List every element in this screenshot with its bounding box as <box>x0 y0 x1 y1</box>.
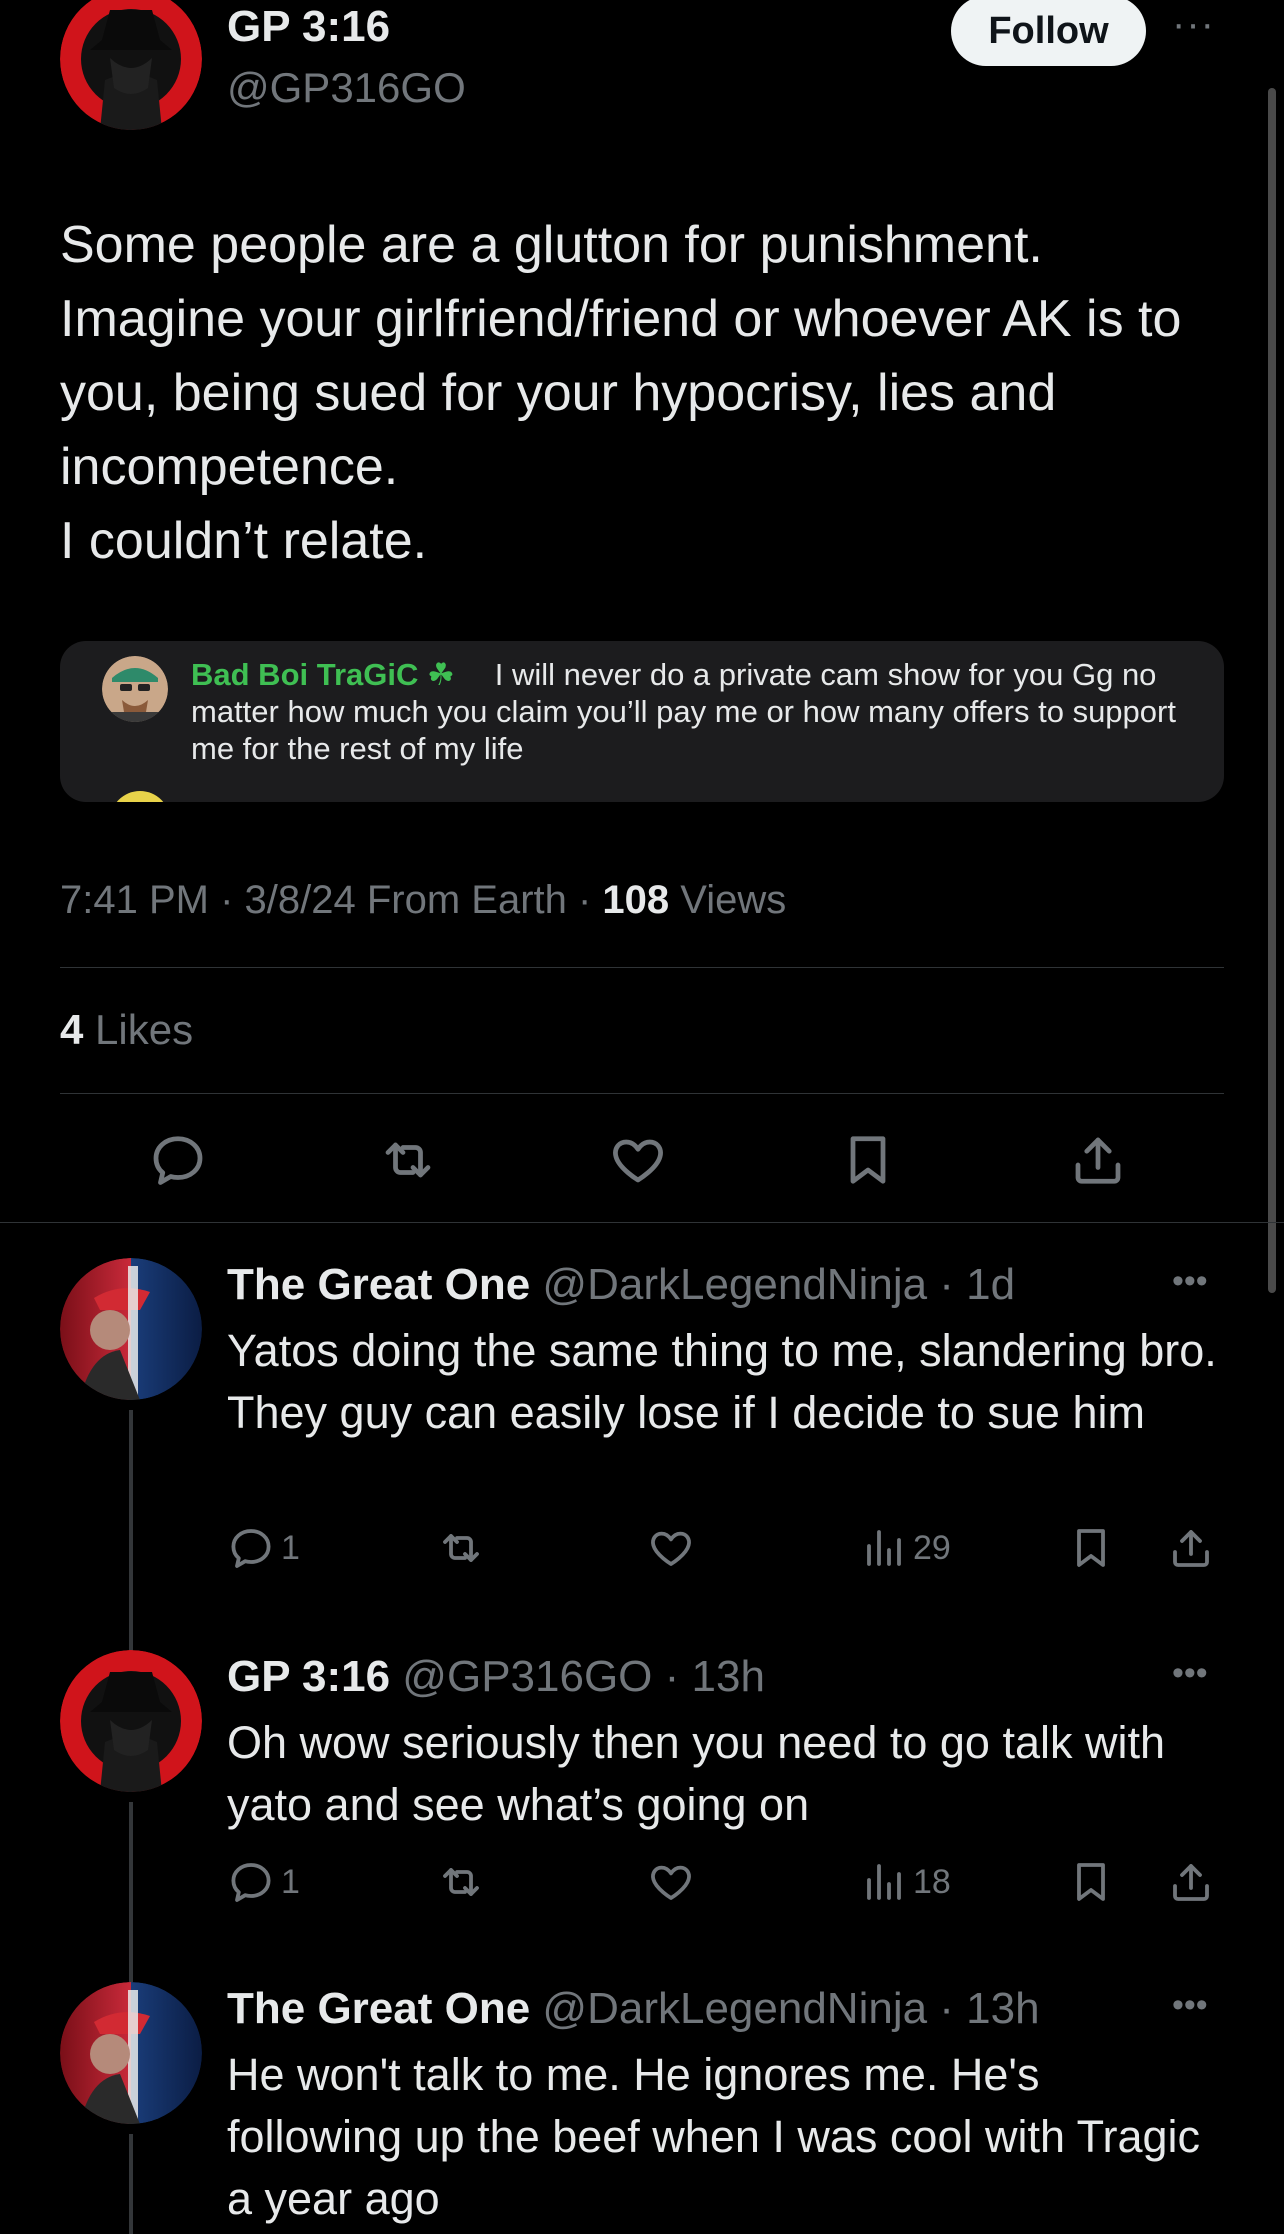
divider <box>60 1093 1224 1094</box>
tweet-meta: 7:41 PM · 3/8/24 From Earth · 108 Views <box>60 878 786 923</box>
likes-label: Likes <box>83 1006 194 1053</box>
more-icon[interactable]: ••• <box>1172 1262 1208 1301</box>
avatar[interactable] <box>60 1982 202 2124</box>
likes-summary[interactable]: 4 Likes <box>60 1006 193 1054</box>
tweet-actions <box>60 1130 1224 1196</box>
reply-author-handle[interactable]: @GP316GO · 13h <box>390 1652 765 1701</box>
reply-icon[interactable]: 1 <box>227 1518 300 1578</box>
divider <box>0 1222 1284 1223</box>
reply-header: The Great One @DarkLegendNinja · 13h <box>227 1984 1040 2034</box>
author-handle[interactable]: @GP316GO <box>227 64 466 112</box>
reply-count: 1 <box>281 1528 300 1567</box>
views-icon[interactable]: 18 <box>859 1852 951 1912</box>
share-icon[interactable] <box>1167 1518 1221 1578</box>
reply-author-name[interactable]: The Great One <box>227 1260 530 1309</box>
quoted-tweet-card[interactable]: Bad Boi TraGiC ☘ I will never do a privat… <box>60 641 1224 802</box>
bookmark-icon[interactable] <box>1067 1852 1121 1912</box>
reply-count: 1 <box>281 1862 300 1901</box>
reply-tweet[interactable]: The Great One @DarkLegendNinja · 13h •••… <box>0 1982 1284 2234</box>
reply-tweet[interactable]: The Great One @DarkLegendNinja · 1d ••• … <box>0 1258 1284 1678</box>
like-icon[interactable] <box>608 1130 674 1196</box>
retweet-icon[interactable] <box>437 1852 491 1912</box>
follow-button[interactable]: Follow <box>951 0 1146 66</box>
reply-author-handle[interactable]: @DarkLegendNinja · 1d <box>530 1260 1015 1309</box>
retweet-icon[interactable] <box>378 1130 444 1196</box>
divider <box>60 967 1224 968</box>
scrollbar[interactable] <box>1268 88 1276 1293</box>
retweet-icon[interactable] <box>437 1518 491 1578</box>
share-icon[interactable] <box>1167 1852 1221 1912</box>
thread-line <box>129 1802 133 1982</box>
reply-icon[interactable] <box>148 1130 214 1196</box>
reply-author-handle[interactable]: @DarkLegendNinja · 13h <box>530 1984 1039 2033</box>
reply-actions: 1 18 <box>227 1852 1227 1912</box>
reply-tweet[interactable]: GP 3:16 @GP316GO · 13h ••• Oh wow seriou… <box>0 1650 1284 1982</box>
reply-actions: 1 29 <box>227 1518 1227 1578</box>
more-icon[interactable]: ••• <box>1172 1986 1208 2025</box>
views-count: 108 <box>602 878 670 922</box>
reply-text: Yatos doing the same thing to me, slande… <box>227 1325 1217 1438</box>
reply-icon[interactable]: 1 <box>227 1852 300 1912</box>
reply-header: GP 3:16 @GP316GO · 13h <box>227 1652 765 1702</box>
author-name[interactable]: GP 3:16 <box>227 2 390 52</box>
like-icon[interactable] <box>647 1852 701 1912</box>
reply-text: He won't talk to me. He ignores me. He's… <box>227 2049 1201 2224</box>
thread-line <box>129 1410 133 1678</box>
reply-header: The Great One @DarkLegendNinja · 1d <box>227 1260 1015 1310</box>
reply-text: Oh wow seriously then you need to go tal… <box>227 1717 1166 1830</box>
avatar[interactable] <box>60 1258 202 1400</box>
share-icon[interactable] <box>1068 1130 1134 1196</box>
thread-line <box>129 2134 133 2234</box>
tweet-text: Some people are a glutton for punishment… <box>60 216 1182 570</box>
quote-text: Bad Boi TraGiC ☘ I will never do a privat… <box>191 656 1191 767</box>
timestamp: 7:41 PM · 3/8/24 From Earth · <box>60 878 603 922</box>
reply-author-name[interactable]: GP 3:16 <box>227 1652 390 1701</box>
quote-avatar-second <box>110 791 170 802</box>
like-icon[interactable] <box>647 1518 701 1578</box>
likes-count: 4 <box>60 1006 84 1053</box>
avatar[interactable] <box>60 1650 202 1792</box>
quote-avatar <box>102 656 168 722</box>
views-count: 29 <box>913 1528 951 1567</box>
quote-author-name[interactable]: Bad Boi TraGiC ☘ <box>191 657 455 692</box>
reply-author-name[interactable]: The Great One <box>227 1984 530 2033</box>
avatar[interactable] <box>60 0 202 130</box>
main-tweet-header: GP 3:16 @GP316GO Follow ··· <box>60 0 1224 140</box>
views-label: Views <box>669 878 787 922</box>
more-icon[interactable]: ··· <box>1172 2 1215 47</box>
views-count: 18 <box>913 1862 951 1901</box>
bookmark-icon[interactable] <box>1067 1518 1121 1578</box>
more-icon[interactable]: ••• <box>1172 1654 1208 1693</box>
bookmark-icon[interactable] <box>838 1130 904 1196</box>
views-icon[interactable]: 29 <box>859 1518 951 1578</box>
